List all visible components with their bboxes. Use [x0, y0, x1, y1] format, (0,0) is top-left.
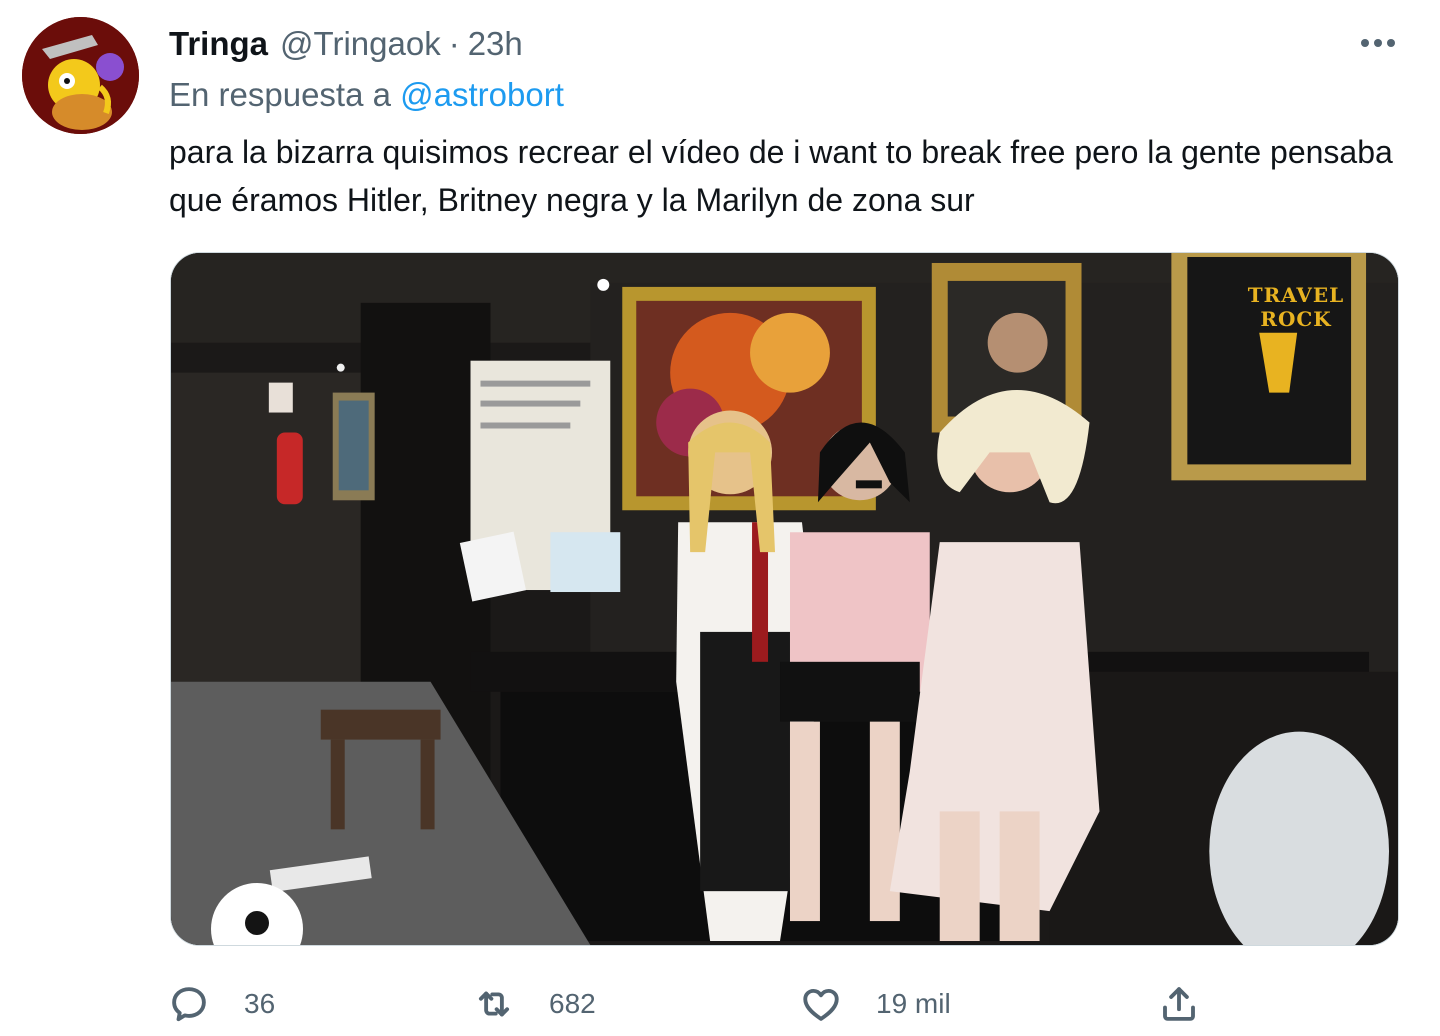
tweet-header: Tringa @Tringaok · 23h [169, 22, 523, 66]
photo-image [171, 253, 1398, 945]
reply-mention-link[interactable]: @astrobort [400, 76, 564, 113]
retweet-count: 682 [549, 988, 596, 1019]
user-handle[interactable]: @Tringaok [280, 25, 441, 63]
avatar-image [22, 17, 139, 134]
more-horizontal-icon [1361, 39, 1395, 47]
reply-context: En respuesta a @astrobort [169, 76, 564, 114]
reply-count: 36 [244, 988, 276, 1019]
retweet-button[interactable]: 682 [473, 976, 596, 1032]
share-button[interactable] [1158, 976, 1200, 1032]
tweet-card[interactable]: Tringa @Tringaok · 23h En respuesta a @a… [0, 0, 1440, 1036]
tweet-actions-bar: 36 682 19 mil [168, 976, 1208, 1032]
share-icon [1163, 987, 1195, 1021]
travel-rock-sign: TRAVEL ROCK [1247, 283, 1345, 331]
tweet-media-photo[interactable]: TRAVEL ROCK [170, 252, 1399, 946]
like-count: 19 mil [876, 988, 951, 1019]
tweet-text: para la bizarra quisimos recrear el víde… [169, 134, 1393, 218]
header-separator: · [448, 25, 460, 62]
display-name[interactable]: Tringa [169, 25, 268, 63]
like-button[interactable]: 19 mil [800, 976, 951, 1032]
reply-prefix: En respuesta a [169, 76, 391, 113]
retweet-icon [478, 991, 510, 1017]
reply-icon [172, 987, 206, 1022]
more-options-button[interactable] [1354, 26, 1402, 60]
heart-icon [803, 988, 839, 1021]
tweet-timestamp[interactable]: 23h [468, 25, 523, 63]
avatar[interactable] [22, 17, 139, 134]
reply-button[interactable]: 36 [168, 976, 275, 1032]
